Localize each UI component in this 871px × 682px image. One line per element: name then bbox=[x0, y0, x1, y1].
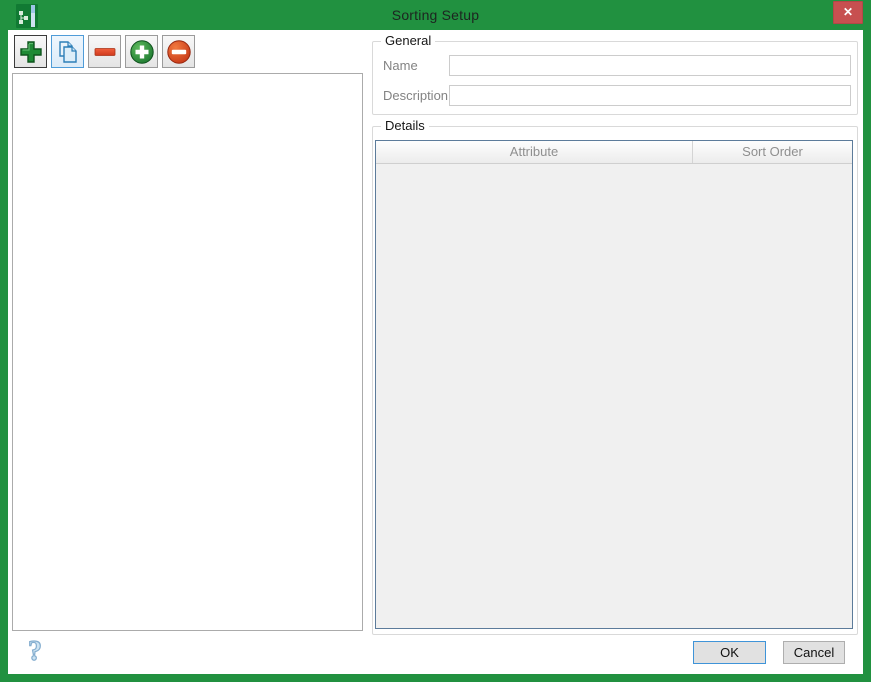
column-header-sort-order[interactable]: Sort Order bbox=[693, 141, 852, 163]
details-table-header: Attribute Sort Order bbox=[376, 141, 852, 164]
add-detail-button[interactable] bbox=[125, 35, 158, 68]
details-table-body[interactable] bbox=[376, 164, 852, 628]
description-input[interactable] bbox=[449, 85, 851, 106]
sorting-setup-dialog: Sorting Setup ✕ General Name Description… bbox=[0, 0, 871, 682]
general-group-label: General bbox=[381, 33, 436, 48]
add-circle-icon bbox=[129, 39, 154, 64]
window-title: Sorting Setup bbox=[391, 7, 480, 23]
close-button[interactable]: ✕ bbox=[833, 1, 863, 24]
titlebar: Sorting Setup ✕ bbox=[0, 0, 871, 30]
copy-icon bbox=[58, 40, 77, 63]
close-icon: ✕ bbox=[842, 5, 854, 19]
details-table: Attribute Sort Order bbox=[375, 140, 853, 629]
copy-item-button[interactable] bbox=[51, 35, 84, 68]
name-input[interactable] bbox=[449, 55, 851, 76]
svg-text:?: ? bbox=[28, 636, 42, 667]
add-item-button[interactable] bbox=[14, 35, 47, 68]
general-group: General Name Description bbox=[372, 33, 858, 115]
column-header-attribute[interactable]: Attribute bbox=[376, 141, 693, 163]
add-plus-icon bbox=[19, 40, 42, 63]
name-label: Name bbox=[383, 58, 418, 73]
help-button[interactable]: ? bbox=[22, 634, 52, 668]
remove-detail-button[interactable] bbox=[162, 35, 195, 68]
dialog-content: General Name Description Details Attribu… bbox=[8, 30, 863, 674]
details-group: Details Attribute Sort Order bbox=[372, 118, 858, 635]
description-label: Description bbox=[383, 88, 449, 103]
remove-minus-icon bbox=[94, 47, 115, 56]
cancel-button[interactable]: Cancel bbox=[783, 641, 845, 664]
ok-button[interactable]: OK bbox=[693, 641, 766, 664]
help-icon: ? bbox=[27, 635, 42, 667]
remove-item-button[interactable] bbox=[88, 35, 121, 68]
remove-circle-icon bbox=[166, 39, 191, 64]
details-group-label: Details bbox=[381, 118, 429, 133]
sorting-list[interactable] bbox=[12, 73, 363, 631]
